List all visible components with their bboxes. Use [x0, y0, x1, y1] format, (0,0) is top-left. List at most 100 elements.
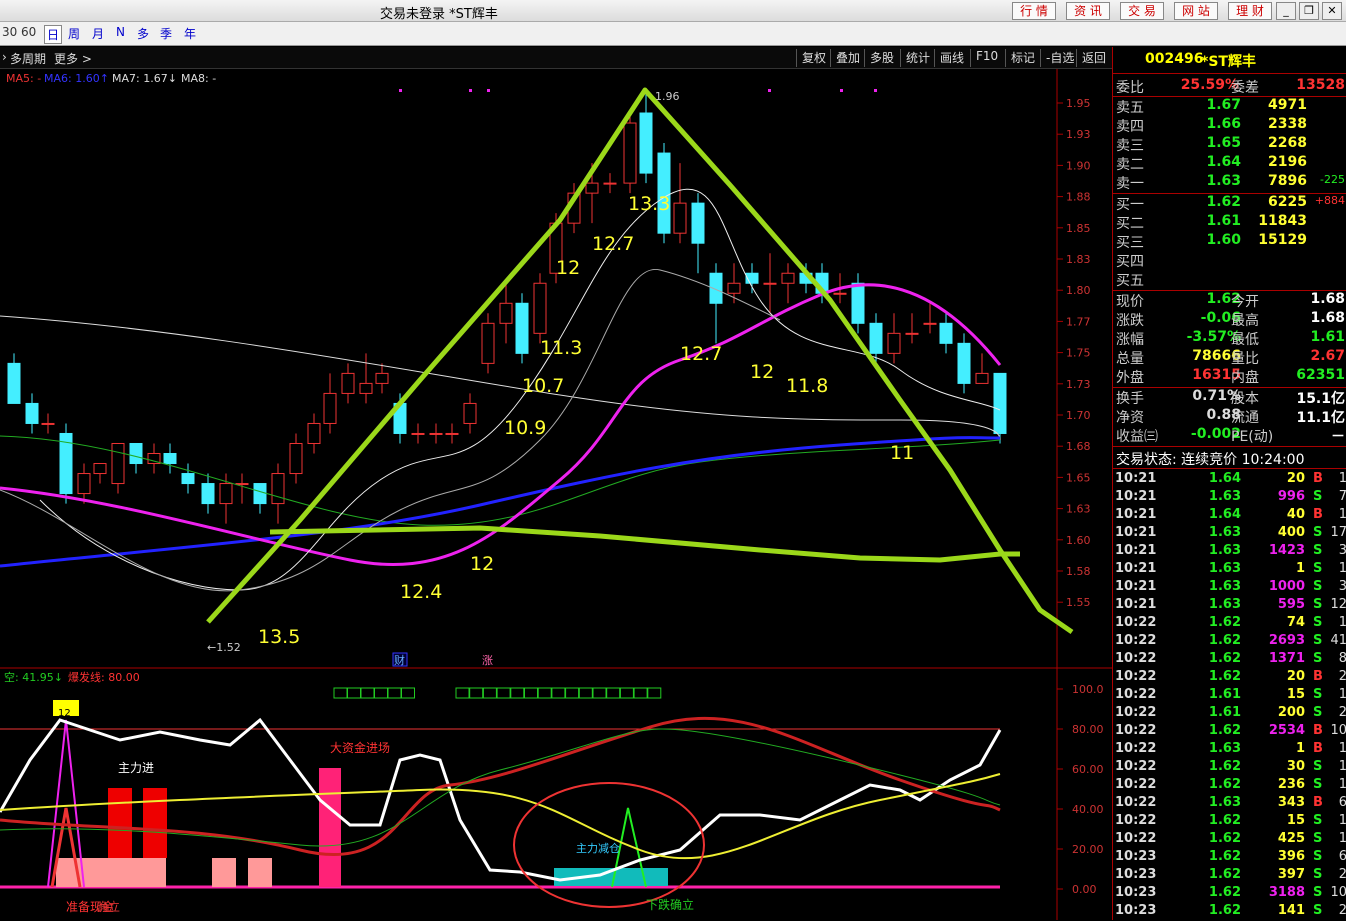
signal-dot [874, 89, 877, 92]
stat-row: 总量 78666 量比 2.67 [1113, 348, 1346, 367]
candle-body [639, 112, 653, 174]
tick-side: B [1313, 669, 1323, 684]
book-row[interactable]: 买二 1.61 11843 [1113, 213, 1346, 232]
candle-body [691, 202, 705, 244]
book-row[interactable]: 买四 [1113, 251, 1346, 270]
candle-body [623, 122, 637, 184]
book-change: +884 [1314, 194, 1345, 207]
low-marker: ←1.52 [207, 641, 241, 654]
ma7-legend: MA7: 1.67↓ [112, 72, 177, 85]
tick-side: S [1313, 633, 1323, 648]
signal-dot [840, 89, 843, 92]
candle-body [307, 422, 321, 444]
tick-row: 10:22 1.62 425 S 1 [1113, 831, 1346, 849]
tick-count: 3 [1338, 543, 1346, 558]
annotation-number: 12.7 [592, 233, 634, 255]
price-tick-label: 1.70 [1066, 409, 1091, 422]
wangzhan-button[interactable]: 网 站 [1174, 2, 1218, 20]
ind-tick-label: 20.00 [1072, 843, 1104, 856]
tick-count: 1 [1338, 831, 1346, 846]
tick-count: 1 [1338, 507, 1346, 522]
tick-volume: 1 [1295, 561, 1305, 576]
tick-side: S [1313, 651, 1323, 666]
book-level: 卖一 [1116, 176, 1144, 192]
tick-side: S [1313, 597, 1323, 612]
tick-count: 1 [1338, 813, 1346, 828]
weicha-value: 13528 [1296, 77, 1345, 93]
book-level: 买三 [1116, 235, 1144, 251]
divider [1113, 468, 1346, 469]
candle-body [781, 272, 795, 284]
price-tick-label: 1.77 [1066, 315, 1091, 328]
kline-chart[interactable]: MA5: - MA6: 1.60↑ MA7: 1.67↓ MA8: - 1.95… [0, 0, 1112, 920]
tick-count: 10 [1330, 885, 1346, 900]
book-row[interactable]: 买一 1.62 6225 +884 [1113, 194, 1346, 213]
price-tick-label: 1.90 [1066, 159, 1091, 172]
stock-name: *ST辉丰 [1201, 54, 1256, 70]
tick-time: 10:23 [1115, 903, 1157, 918]
price-tick-label: 1.75 [1066, 347, 1091, 360]
annotation-number: 13.5 [258, 626, 300, 648]
price-axis: 1.95 1.93 1.90 1.88 1.85 1.83 1.80 1.77 1.75 1.73… [1057, 97, 1091, 609]
stat-label: 涨幅 [1116, 332, 1144, 348]
book-row[interactable]: 卖五 1.67 4971 [1113, 97, 1346, 116]
stat-label: 外盘 [1116, 370, 1144, 386]
tick-row: 10:22 1.61 200 S 2 [1113, 705, 1346, 723]
stat-label: 收益㈢ [1116, 429, 1158, 445]
book-volume: 7896 [1268, 173, 1307, 189]
candle-body [957, 342, 971, 384]
signal-box [592, 687, 607, 699]
candle-body [481, 322, 495, 364]
signal-box [647, 687, 662, 699]
minimize-icon[interactable]: _ [1276, 2, 1296, 20]
price-tick-label: 1.93 [1066, 128, 1091, 141]
tick-count: 1 [1338, 471, 1346, 486]
tick-side: S [1313, 813, 1323, 828]
tick-price: 1.62 [1208, 651, 1241, 666]
tick-side: B [1313, 723, 1323, 738]
weibi-row: 委比 25.59% 委差 13528 [1113, 77, 1346, 96]
tick-row: 10:22 1.63 343 B 6 [1113, 795, 1346, 813]
candle-body [7, 362, 21, 404]
candle-body [851, 282, 865, 324]
book-row[interactable]: 卖三 1.65 2268 [1113, 135, 1346, 154]
book-row[interactable]: 卖二 1.64 2196 [1113, 154, 1346, 173]
restore-icon[interactable]: ❐ [1299, 2, 1319, 20]
tick-side: S [1313, 705, 1323, 720]
stat-label: PE(动) [1231, 429, 1274, 445]
stat-value: 11.1亿 [1296, 410, 1345, 426]
close-icon[interactable]: ✕ [1322, 2, 1342, 20]
tick-volume: 40 [1286, 507, 1305, 522]
book-row[interactable]: 卖四 1.66 2338 [1113, 116, 1346, 135]
candle-body [271, 473, 285, 505]
book-price: 1.67 [1206, 97, 1241, 113]
book-row[interactable]: 买五 [1113, 270, 1346, 289]
tick-row: 10:23 1.62 397 S 2 [1113, 867, 1346, 885]
candle-body [585, 182, 599, 194]
annotation-number: 12 [556, 257, 580, 279]
book-row[interactable]: 买三 1.60 15129 [1113, 232, 1346, 251]
candle-body [923, 322, 937, 325]
tick-time: 10:22 [1115, 813, 1157, 828]
dazijin-label: 大资金进场 [330, 740, 390, 755]
candle-body [77, 473, 91, 495]
jiaoyi-button[interactable]: 交 易 [1120, 2, 1164, 20]
tick-price: 1.62 [1208, 867, 1241, 882]
tick-volume: 20 [1286, 471, 1305, 486]
pink-bar [248, 858, 272, 887]
stat-label: 今开 [1231, 294, 1259, 310]
tick-volume: 141 [1277, 903, 1305, 918]
book-volume: 2338 [1268, 116, 1307, 132]
tick-price: 1.64 [1208, 471, 1241, 486]
candle-body [763, 282, 777, 285]
weibi-value: 25.59% [1180, 77, 1239, 93]
book-price: 1.60 [1206, 232, 1241, 248]
tick-price: 1.63 [1208, 489, 1241, 504]
price-tick-label: 1.85 [1066, 222, 1091, 235]
candle-body [975, 372, 989, 384]
book-row[interactable]: 卖一 1.63 7896 -225 [1113, 173, 1346, 192]
price-tick-label: 1.55 [1066, 596, 1091, 609]
licai-button[interactable]: 理 财 [1228, 2, 1272, 20]
tick-price: 1.62 [1208, 813, 1241, 828]
tick-volume: 397 [1277, 867, 1305, 882]
